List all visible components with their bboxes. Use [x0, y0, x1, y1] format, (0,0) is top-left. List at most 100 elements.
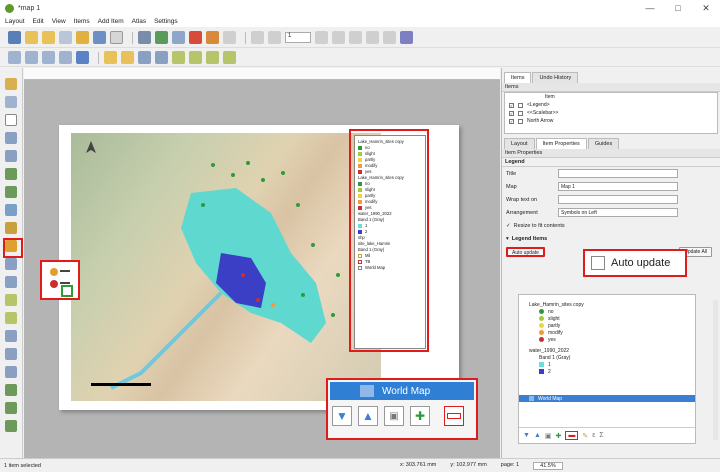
title-field[interactable]	[558, 169, 678, 178]
tree-item[interactable]: slight	[519, 315, 695, 322]
menu-atlas[interactable]: Atlas	[132, 18, 146, 25]
move-down-icon[interactable]: ▼	[332, 406, 352, 426]
lock-checkbox[interactable]	[518, 118, 523, 124]
filter-icon[interactable]: ε	[592, 432, 595, 439]
add-group-icon[interactable]: ▣	[384, 406, 404, 426]
add-map-icon[interactable]	[5, 168, 17, 180]
zoom-in-icon[interactable]	[8, 51, 21, 64]
add-north-arrow-icon[interactable]	[5, 276, 17, 288]
tree-item[interactable]: 1	[519, 361, 695, 368]
unlock-items-icon[interactable]	[121, 51, 134, 64]
tree-item-selected[interactable]: World Map	[519, 395, 695, 402]
maximize-button[interactable]: □	[664, 0, 692, 16]
atlas-first-icon[interactable]	[251, 31, 264, 44]
add-layer-icon[interactable]: ✚	[556, 432, 562, 440]
menu-settings[interactable]: Settings	[154, 18, 178, 25]
minimize-button[interactable]: —	[636, 0, 664, 16]
add-arrow-icon[interactable]	[5, 330, 17, 342]
duplicate-layout-icon[interactable]	[42, 31, 55, 44]
lock-items-icon[interactable]	[104, 51, 117, 64]
tree-item[interactable]: 2	[519, 368, 695, 375]
layout-manager-icon[interactable]	[59, 31, 72, 44]
select-tool-icon[interactable]	[5, 114, 17, 126]
auto-update-button[interactable]: Auto update	[506, 246, 545, 257]
raise-items-icon[interactable]	[172, 51, 185, 64]
atlas-export-icon[interactable]	[366, 31, 379, 44]
atlas-next-icon[interactable]	[315, 31, 328, 44]
new-layout-icon[interactable]	[25, 31, 38, 44]
tab-guides[interactable]: Guides	[587, 138, 620, 149]
open-template-icon[interactable]	[76, 31, 89, 44]
tree-sub[interactable]: Band 1 (Gray)	[519, 354, 695, 361]
add-layer-icon[interactable]: ✚	[410, 406, 430, 426]
atlas-page-field[interactable]: 1	[285, 32, 311, 43]
export-image-icon[interactable]	[155, 31, 168, 44]
tree-item[interactable]: no	[519, 308, 695, 315]
legend-items-tree[interactable]: Lake_Hamrin_sites copy no slight partly …	[518, 294, 696, 444]
distribute-items-icon[interactable]	[206, 51, 219, 64]
zoom-field[interactable]: 41.5%	[533, 461, 563, 470]
add-fixed-table-icon[interactable]	[5, 420, 17, 432]
move-up-icon[interactable]: ▲	[534, 432, 541, 439]
tab-item-properties[interactable]: Item Properties	[535, 138, 587, 149]
atlas-settings-icon[interactable]	[383, 31, 396, 44]
add-3d-map-icon[interactable]	[5, 186, 17, 198]
menu-items[interactable]: Items	[74, 18, 90, 25]
add-polygon-icon[interactable]	[5, 348, 17, 360]
tab-undo-history[interactable]: Undo History	[532, 72, 579, 83]
add-scalebar-icon[interactable]	[5, 258, 17, 270]
undo-icon[interactable]	[206, 31, 219, 44]
add-label-icon[interactable]	[5, 222, 17, 234]
collapse-icon[interactable]: ▾	[506, 236, 509, 242]
add-attribute-table-icon[interactable]	[5, 402, 17, 414]
visible-checkbox[interactable]: ✓	[509, 110, 514, 116]
zoom-out-icon[interactable]	[25, 51, 38, 64]
add-marker-icon[interactable]	[5, 312, 17, 324]
menu-add-item[interactable]: Add Item	[98, 18, 124, 25]
list-item[interactable]: ✓ <Legend>	[505, 101, 717, 109]
ungroup-items-icon[interactable]	[155, 51, 168, 64]
map-item[interactable]	[71, 133, 381, 401]
zoom-100-icon[interactable]	[42, 51, 55, 64]
group-items-icon[interactable]	[138, 51, 151, 64]
tree-item[interactable]: yes	[519, 336, 695, 343]
edit-nodes-icon[interactable]	[5, 150, 17, 162]
redo-icon[interactable]	[223, 31, 236, 44]
menu-edit[interactable]: Edit	[33, 18, 44, 25]
tree-group[interactable]: Lake_Hamrin_sites copy	[519, 301, 695, 308]
zoom-full-icon[interactable]	[59, 51, 72, 64]
tab-items[interactable]: Items	[504, 72, 532, 83]
resize-row[interactable]: ✓ Resize to fit contents	[502, 219, 720, 232]
export-pdf-icon[interactable]	[189, 31, 202, 44]
tree-group[interactable]: water_1990_2022	[519, 347, 695, 354]
map-select[interactable]: Map 1	[558, 182, 678, 191]
visible-checkbox[interactable]: ✓	[509, 102, 514, 108]
visible-checkbox[interactable]: ✓	[509, 118, 514, 124]
tree-scrollbar[interactable]	[713, 300, 718, 440]
arrangement-select[interactable]: Symbols on Left	[558, 208, 678, 217]
remove-item-icon[interactable]: ▬	[565, 431, 579, 440]
zoom-tool-icon[interactable]	[5, 96, 17, 108]
add-shape-icon[interactable]	[5, 294, 17, 306]
menu-view[interactable]: View	[52, 18, 66, 25]
tree-item[interactable]: modify	[519, 329, 695, 336]
tab-layout[interactable]: Layout	[504, 138, 535, 149]
move-down-icon[interactable]: ▼	[523, 432, 530, 439]
refresh-icon[interactable]	[76, 51, 89, 64]
edit-item-icon[interactable]: ✎	[582, 432, 588, 440]
atlas-print-icon[interactable]	[349, 31, 362, 44]
add-html-icon[interactable]	[5, 384, 17, 396]
close-button[interactable]: ✕	[692, 0, 720, 16]
atlas-last-icon[interactable]	[332, 31, 345, 44]
align-items-icon[interactable]	[189, 51, 202, 64]
legend-items-row[interactable]: ▾ Legend Items	[502, 232, 720, 245]
add-group-icon[interactable]: ▣	[545, 432, 552, 440]
pan-tool-icon[interactable]	[5, 78, 17, 90]
add-polyline-icon[interactable]	[5, 366, 17, 378]
items-list[interactable]: Item ✓ <Legend> ✓ <<Scalebar>> ✓ North Arro…	[504, 92, 718, 134]
save-template-icon[interactable]	[93, 31, 106, 44]
lock-checkbox[interactable]	[518, 110, 523, 116]
list-item[interactable]: ✓ North Arrow	[505, 117, 717, 125]
move-content-icon[interactable]	[5, 132, 17, 144]
move-up-icon[interactable]: ▲	[358, 406, 378, 426]
